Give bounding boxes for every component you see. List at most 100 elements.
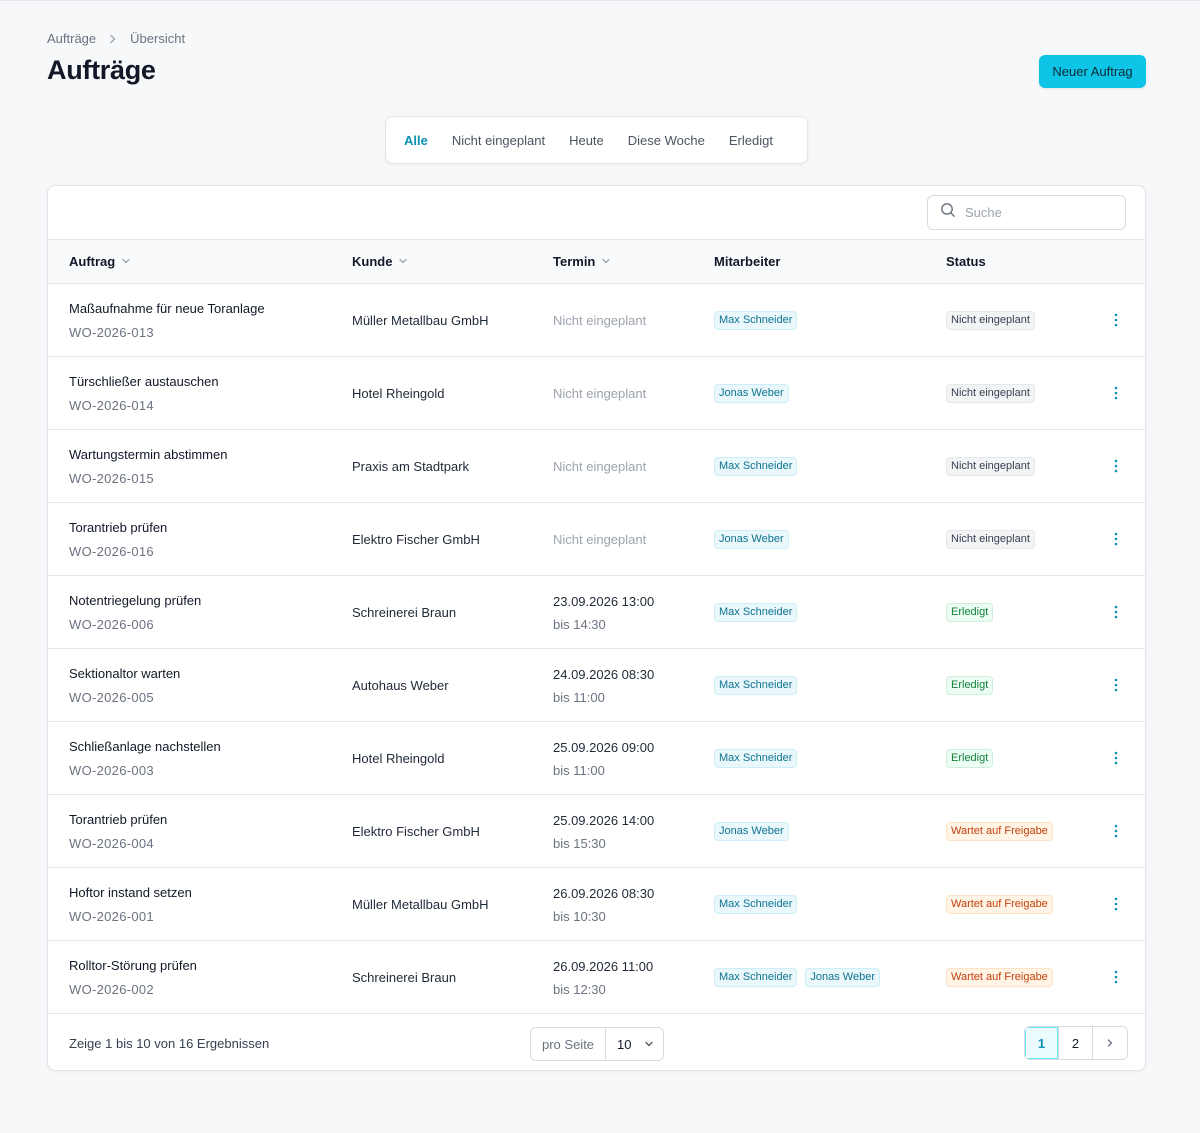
status-badge: Erledigt [946,676,994,695]
customer-name: Autohaus Weber [352,678,449,693]
staff-badge: Max Schneider [714,603,798,622]
row-menu-button[interactable] [1106,819,1126,843]
status-cell: Nicht eingeplant [946,457,1035,476]
row-menu-button[interactable] [1106,381,1126,405]
row-menu-button[interactable] [1106,892,1126,916]
order-id: WO-2026-006 [69,617,154,632]
table-row[interactable]: Sektionaltor warten WO-2026-005 Autohaus W… [48,649,1145,722]
order-title[interactable]: Schließanlage nachstellen [69,739,221,754]
order-title[interactable]: Torantrieb prüfen [69,812,167,827]
staff-list: Max Schneider [714,457,798,476]
new-order-button[interactable]: Neuer Auftrag [1039,55,1146,88]
table-row[interactable]: Maßaufnahme für neue Toranlage WO-2026-01… [48,284,1145,357]
chevron-down-icon [121,254,131,269]
order-title[interactable]: Rolltor-Störung prüfen [69,958,197,973]
chevron-down-icon [644,1037,654,1052]
orders-card: Auftrag Kunde Termin Mitarbeiter Status … [47,185,1146,1071]
term-until: bis 10:30 [553,909,606,924]
page-button-2[interactable]: 2 [1059,1027,1093,1059]
staff-list: Max Schneider [714,895,798,914]
term-unscheduled: Nicht eingeplant [553,313,647,328]
staff-badge: Max Schneider [714,311,798,330]
table-row[interactable]: Wartungstermin abstimmen WO-2026-015 Praxi… [48,430,1145,503]
customer-name: Hotel Rheingold [352,386,445,401]
status-cell: Nicht eingeplant [946,311,1035,330]
customer-name: Schreinerei Braun [352,970,457,985]
table-row[interactable]: Torantrieb prüfen WO-2026-016 Elektro Fisc… [48,503,1145,576]
chevron-down-icon [601,254,611,269]
table-row[interactable]: Rolltor-Störung prüfen WO-2026-002 Schrein… [48,941,1145,1014]
order-title[interactable]: Türschließer austauschen [69,374,219,389]
row-menu-button[interactable] [1106,600,1126,624]
breadcrumb-parent[interactable]: Aufträge [47,31,96,46]
term-date: 26.09.2026 11:00 [553,959,654,974]
term-unscheduled: Nicht eingeplant [553,386,647,401]
tab-diese-woche[interactable]: Diese Woche [616,133,717,148]
row-menu-button[interactable] [1106,527,1126,551]
search-icon [940,202,956,223]
order-id: WO-2026-014 [69,398,154,413]
kebab-vertical-icon [1114,386,1118,400]
order-title[interactable]: Wartungstermin abstimmen [69,447,227,462]
table-row[interactable]: Torantrieb prüfen WO-2026-004 Elektro Fisc… [48,795,1145,868]
column-header-term[interactable]: Termin [553,240,611,283]
kebab-vertical-icon [1114,824,1118,838]
staff-badge: Max Schneider [714,968,798,987]
search-box[interactable] [927,195,1126,230]
order-title[interactable]: Hoftor instand setzen [69,885,192,900]
status-badge: Nicht eingeplant [946,384,1035,403]
term-date: 24.09.2026 08:30 [553,667,655,682]
term-unscheduled: Nicht eingeplant [553,459,647,474]
column-label: Termin [553,254,596,269]
column-label: Kunde [352,254,393,269]
page-title: Aufträge [47,55,156,85]
status-cell: Wartet auf Freigabe [946,822,1053,841]
staff-badge: Max Schneider [714,676,798,695]
customer-name: Müller Metallbau GmbH [352,313,489,328]
next-page-button[interactable] [1093,1027,1127,1059]
breadcrumb-current: Übersicht [130,31,186,46]
row-menu-button[interactable] [1106,965,1126,989]
order-id: WO-2026-003 [69,763,154,778]
order-title[interactable]: Notentriegelung prüfen [69,593,201,608]
staff-list: Jonas Weber [714,384,789,403]
order-title[interactable]: Torantrieb prüfen [69,520,167,535]
per-page-value[interactable]: 10 [606,1037,653,1052]
tab-alle[interactable]: Alle [404,133,440,148]
row-menu-button[interactable] [1106,308,1126,332]
column-header-status: Status [946,240,986,283]
order-title[interactable]: Sektionaltor warten [69,666,180,681]
status-cell: Nicht eingeplant [946,384,1035,403]
tab-erledigt[interactable]: Erledigt [717,133,785,148]
term-date: 25.09.2026 14:00 [553,813,655,828]
staff-list: Max Schneider [714,603,798,622]
customer-name: Elektro Fischer GmbH [352,824,480,839]
column-label: Status [946,254,986,269]
table-row[interactable]: Notentriegelung prüfen WO-2026-006 Schrein… [48,576,1145,649]
tab-nicht-eingeplant[interactable]: Nicht eingeplant [440,133,557,148]
staff-list: Jonas Weber [714,822,789,841]
results-summary: Zeige 1 bis 10 von 16 Ergebnissen [69,1036,270,1051]
column-header-customer[interactable]: Kunde [352,240,408,283]
row-menu-button[interactable] [1106,454,1126,478]
row-menu-button[interactable] [1106,673,1126,697]
column-header-order[interactable]: Auftrag [69,240,131,283]
table-row[interactable]: Türschließer austauschen WO-2026-014 Hotel… [48,357,1145,430]
customer-name: Schreinerei Braun [352,605,457,620]
order-id: WO-2026-004 [69,836,154,851]
kebab-vertical-icon [1114,532,1118,546]
table-row[interactable]: Hoftor instand setzen WO-2026-001 Müller M… [48,868,1145,941]
table-row[interactable]: Schließanlage nachstellen WO-2026-003 Hote… [48,722,1145,795]
row-menu-button[interactable] [1106,746,1126,770]
term-until: bis 11:00 [553,690,605,705]
per-page-select[interactable]: pro Seite 10 [530,1027,664,1061]
tab-heute[interactable]: Heute [557,133,616,148]
per-page-label: pro Seite [531,1028,607,1060]
search-input[interactable] [965,205,1105,220]
order-title[interactable]: Maßaufnahme für neue Toranlage [69,301,265,316]
order-id: WO-2026-013 [69,325,154,340]
kebab-vertical-icon [1114,751,1118,765]
page-button-1[interactable]: 1 [1025,1027,1059,1059]
order-id: WO-2026-002 [69,982,154,997]
order-id: WO-2026-015 [69,471,154,486]
